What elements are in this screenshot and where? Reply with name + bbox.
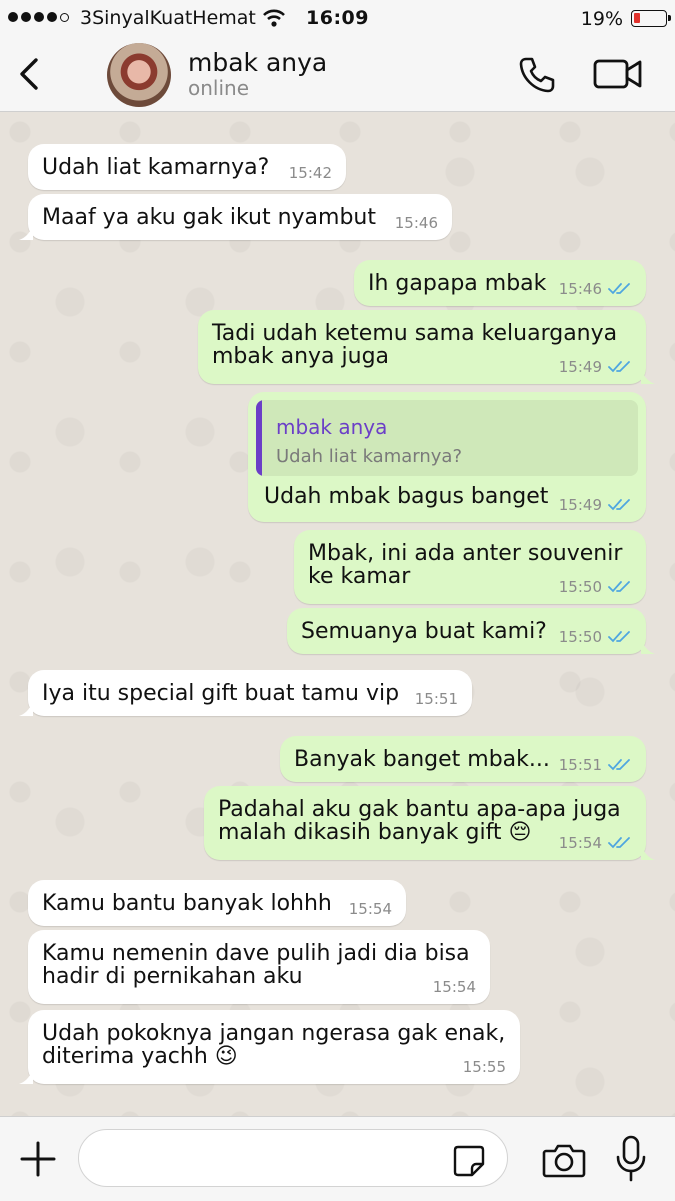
message-text-line: diterima yachh 😉 <box>42 1044 238 1069</box>
bubble-tail <box>641 846 655 860</box>
quoted-text: Udah liat kamarnya? <box>276 446 463 467</box>
message-incoming[interactable]: Kamu nemenin dave pulih jadi dia bisa ha… <box>28 930 490 1004</box>
message-outgoing[interactable]: Ih gapapa mbak 15:46 <box>354 260 646 306</box>
message-outgoing[interactable]: Padahal aku gak bantu apa-apa juga malah… <box>204 786 655 860</box>
message-incoming[interactable]: Udah pokoknya jangan ngerasa gak enak, d… <box>19 1010 520 1084</box>
battery-percentage: 19% <box>580 8 623 30</box>
message-incoming[interactable]: Maaf ya aku gak ikut nyambut 15:46 <box>19 194 452 240</box>
message-time: 15:50 <box>558 578 602 596</box>
message-text: Kamu bantu banyak lohhh <box>42 891 332 916</box>
chat-messages[interactable]: Udah liat kamarnya? 15:42 Maaf ya aku ga… <box>0 112 675 1116</box>
message-time: 15:54 <box>558 834 602 852</box>
message-outgoing[interactable]: Tadi udah ketemu sama keluarganya mbak a… <box>198 310 655 384</box>
camera-icon[interactable] <box>542 1141 586 1179</box>
message-time: 15:54 <box>432 978 476 996</box>
message-outgoing[interactable]: Semuanya buat kami? 15:50 <box>287 608 655 654</box>
message-text: Ih gapapa mbak <box>368 271 547 296</box>
quoted-message[interactable]: mbak anya Udah liat kamarnya? <box>256 400 638 476</box>
bubble-tail <box>641 640 655 654</box>
microphone-icon[interactable] <box>614 1135 648 1183</box>
read-receipt-icon <box>608 631 630 643</box>
read-receipt-icon <box>608 283 630 295</box>
message-incoming[interactable]: Udah liat kamarnya? 15:42 <box>28 144 346 190</box>
message-text-line: ke kamar <box>308 564 411 589</box>
message-time: 15:46 <box>394 214 438 232</box>
video-icon[interactable] <box>592 56 644 92</box>
message-time: 15:55 <box>462 1058 506 1076</box>
read-receipt-icon <box>608 759 630 771</box>
message-time: 15:54 <box>348 900 392 918</box>
message-text: Semuanya buat kami? <box>301 619 547 644</box>
back-icon[interactable] <box>12 54 46 94</box>
plus-icon[interactable] <box>18 1139 58 1179</box>
chat-header: mbak anya online <box>0 36 675 112</box>
contact-name[interactable]: mbak anya <box>188 48 327 77</box>
message-time: 15:46 <box>558 280 602 298</box>
read-receipt-icon <box>608 499 630 511</box>
message-input-bar <box>0 1116 675 1201</box>
message-outgoing-reply[interactable]: mbak anya Udah liat kamarnya? Udah mbak … <box>248 392 646 522</box>
phone-icon[interactable] <box>516 54 558 96</box>
sticker-icon[interactable] <box>452 1144 486 1178</box>
message-text-line: mbak anya juga <box>212 344 390 369</box>
bubble-tail <box>19 702 33 716</box>
message-outgoing[interactable]: Mbak, ini ada anter souvenir ke kamar 15… <box>294 530 646 604</box>
message-time: 15:42 <box>288 164 332 182</box>
clock: 16:09 <box>306 7 369 29</box>
message-text-line: malah dikasih banyak gift 😔 <box>218 820 532 845</box>
message-incoming[interactable]: Iya itu special gift buat tamu vip 15:51 <box>19 670 472 716</box>
message-text: Udah mbak bagus banget <box>264 484 549 509</box>
avatar[interactable] <box>107 43 171 107</box>
read-receipt-icon <box>608 581 630 593</box>
message-input[interactable] <box>78 1129 508 1187</box>
message-outgoing[interactable]: Banyak banget mbak... 15:51 <box>280 736 646 782</box>
message-text: Maaf ya aku gak ikut nyambut <box>42 205 376 230</box>
message-time: 15:51 <box>558 756 602 774</box>
contact-status: online <box>188 76 250 100</box>
message-text-line: hadir di pernikahan aku <box>42 964 303 989</box>
message-text: Udah liat kamarnya? <box>42 155 270 180</box>
bubble-tail <box>19 1070 33 1084</box>
message-time: 15:49 <box>558 496 602 514</box>
battery-icon <box>631 10 671 27</box>
read-receipt-icon <box>608 837 630 849</box>
status-bar: 3SinyalKuatHemat 16:09 19% <box>0 0 675 36</box>
message-time: 15:50 <box>558 628 602 646</box>
bubble-tail <box>641 370 655 384</box>
message-incoming[interactable]: Kamu bantu banyak lohhh 15:54 <box>28 880 406 926</box>
bubble-tail <box>19 226 33 240</box>
message-time: 15:49 <box>558 358 602 376</box>
read-receipt-icon <box>608 361 630 373</box>
message-text: Iya itu special gift buat tamu vip <box>42 681 400 706</box>
message-time: 15:51 <box>414 690 458 708</box>
message-text: Banyak banget mbak... <box>294 747 550 772</box>
quoted-sender: mbak anya <box>276 415 388 439</box>
